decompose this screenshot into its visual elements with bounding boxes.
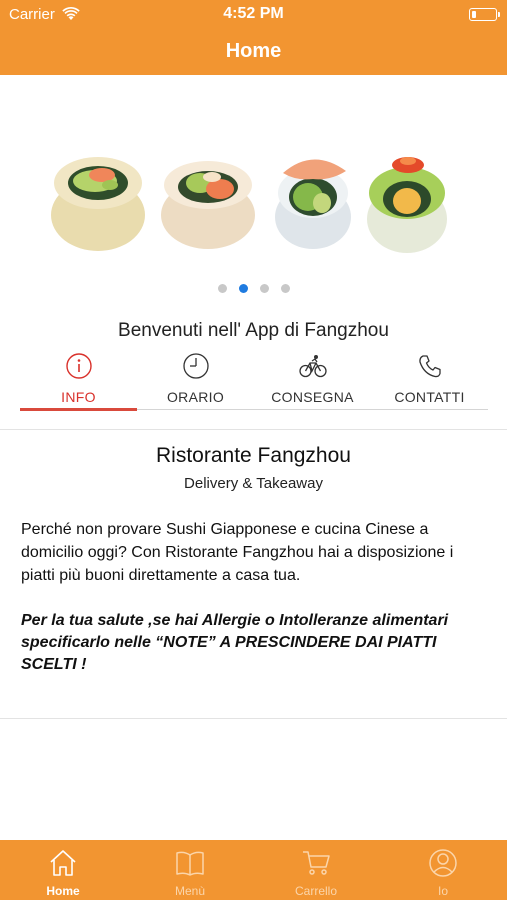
tab-info-label: INFO <box>61 389 96 405</box>
carousel-page-indicator[interactable] <box>0 280 507 293</box>
phone-icon <box>419 355 441 378</box>
carousel-dot[interactable] <box>280 284 290 293</box>
tab-consegna[interactable]: CONSEGNA <box>254 350 371 410</box>
bicycle-icon <box>299 355 327 378</box>
book-icon <box>176 851 204 876</box>
cart-icon <box>303 851 330 875</box>
navigation-bar: Home <box>0 30 507 75</box>
sushi-roll-2 <box>161 161 255 249</box>
restaurant-subtitle: Delivery & Takeaway <box>184 475 323 492</box>
info-icon <box>66 353 92 379</box>
page-title: Home <box>225 40 282 62</box>
sushi-roll-3 <box>275 159 351 249</box>
tab-info[interactable]: INFO <box>20 350 137 411</box>
tabbar-cart-label: Carrello <box>294 884 337 898</box>
user-icon <box>429 849 457 877</box>
tab-contatti[interactable]: CONTATTI <box>371 350 488 410</box>
tab-contatti-label: CONTATTI <box>394 389 465 405</box>
sushi-roll-4 <box>367 157 447 253</box>
info-tabs: INFO ORARIO CONSEGNA CONTATTI <box>20 350 488 411</box>
carousel-dot-active[interactable] <box>238 284 248 293</box>
welcome-text: Benvenuti nell' App di Fangzhou <box>118 320 389 341</box>
tabbar-home[interactable]: Home <box>0 840 126 900</box>
allergy-warning: Per la tua salute ,se hai Allergie o Int… <box>21 612 449 673</box>
tabbar-profile[interactable]: Io <box>380 840 506 900</box>
tab-orario[interactable]: ORARIO <box>137 350 254 410</box>
clock-icon <box>183 353 209 379</box>
tabbar-menu-label: Menù <box>174 884 206 898</box>
tabbar-cart[interactable]: Carrello <box>253 840 379 900</box>
home-icon <box>50 850 76 876</box>
battery-level <box>472 11 476 18</box>
restaurant-name: Ristorante Fangzhou <box>156 444 351 467</box>
status-time: 4:52 PM <box>223 5 284 22</box>
tabbar-menu[interactable]: Menù <box>127 840 253 900</box>
image-carousel[interactable] <box>0 75 507 300</box>
battery-icon <box>469 8 500 21</box>
tab-consegna-label: CONSEGNA <box>271 389 354 405</box>
sushi-rolls-image <box>51 157 447 253</box>
active-tab-indicator <box>20 408 137 411</box>
divider <box>0 429 507 430</box>
tabbar-profile-label: Io <box>437 884 448 898</box>
tab-orario-label: ORARIO <box>166 389 225 405</box>
restaurant-description: Perché non provare Sushi Giapponese e cu… <box>21 521 454 584</box>
divider <box>0 718 507 719</box>
carousel-dot[interactable] <box>259 284 269 293</box>
bottom-tab-bar: Home Menù Carrello Io <box>0 840 507 900</box>
sushi-roll-1 <box>51 157 145 251</box>
carousel-dot[interactable] <box>217 284 227 293</box>
status-bar: Carrier 4:52 PM <box>0 0 507 30</box>
tabbar-home-label: Home <box>46 884 80 898</box>
